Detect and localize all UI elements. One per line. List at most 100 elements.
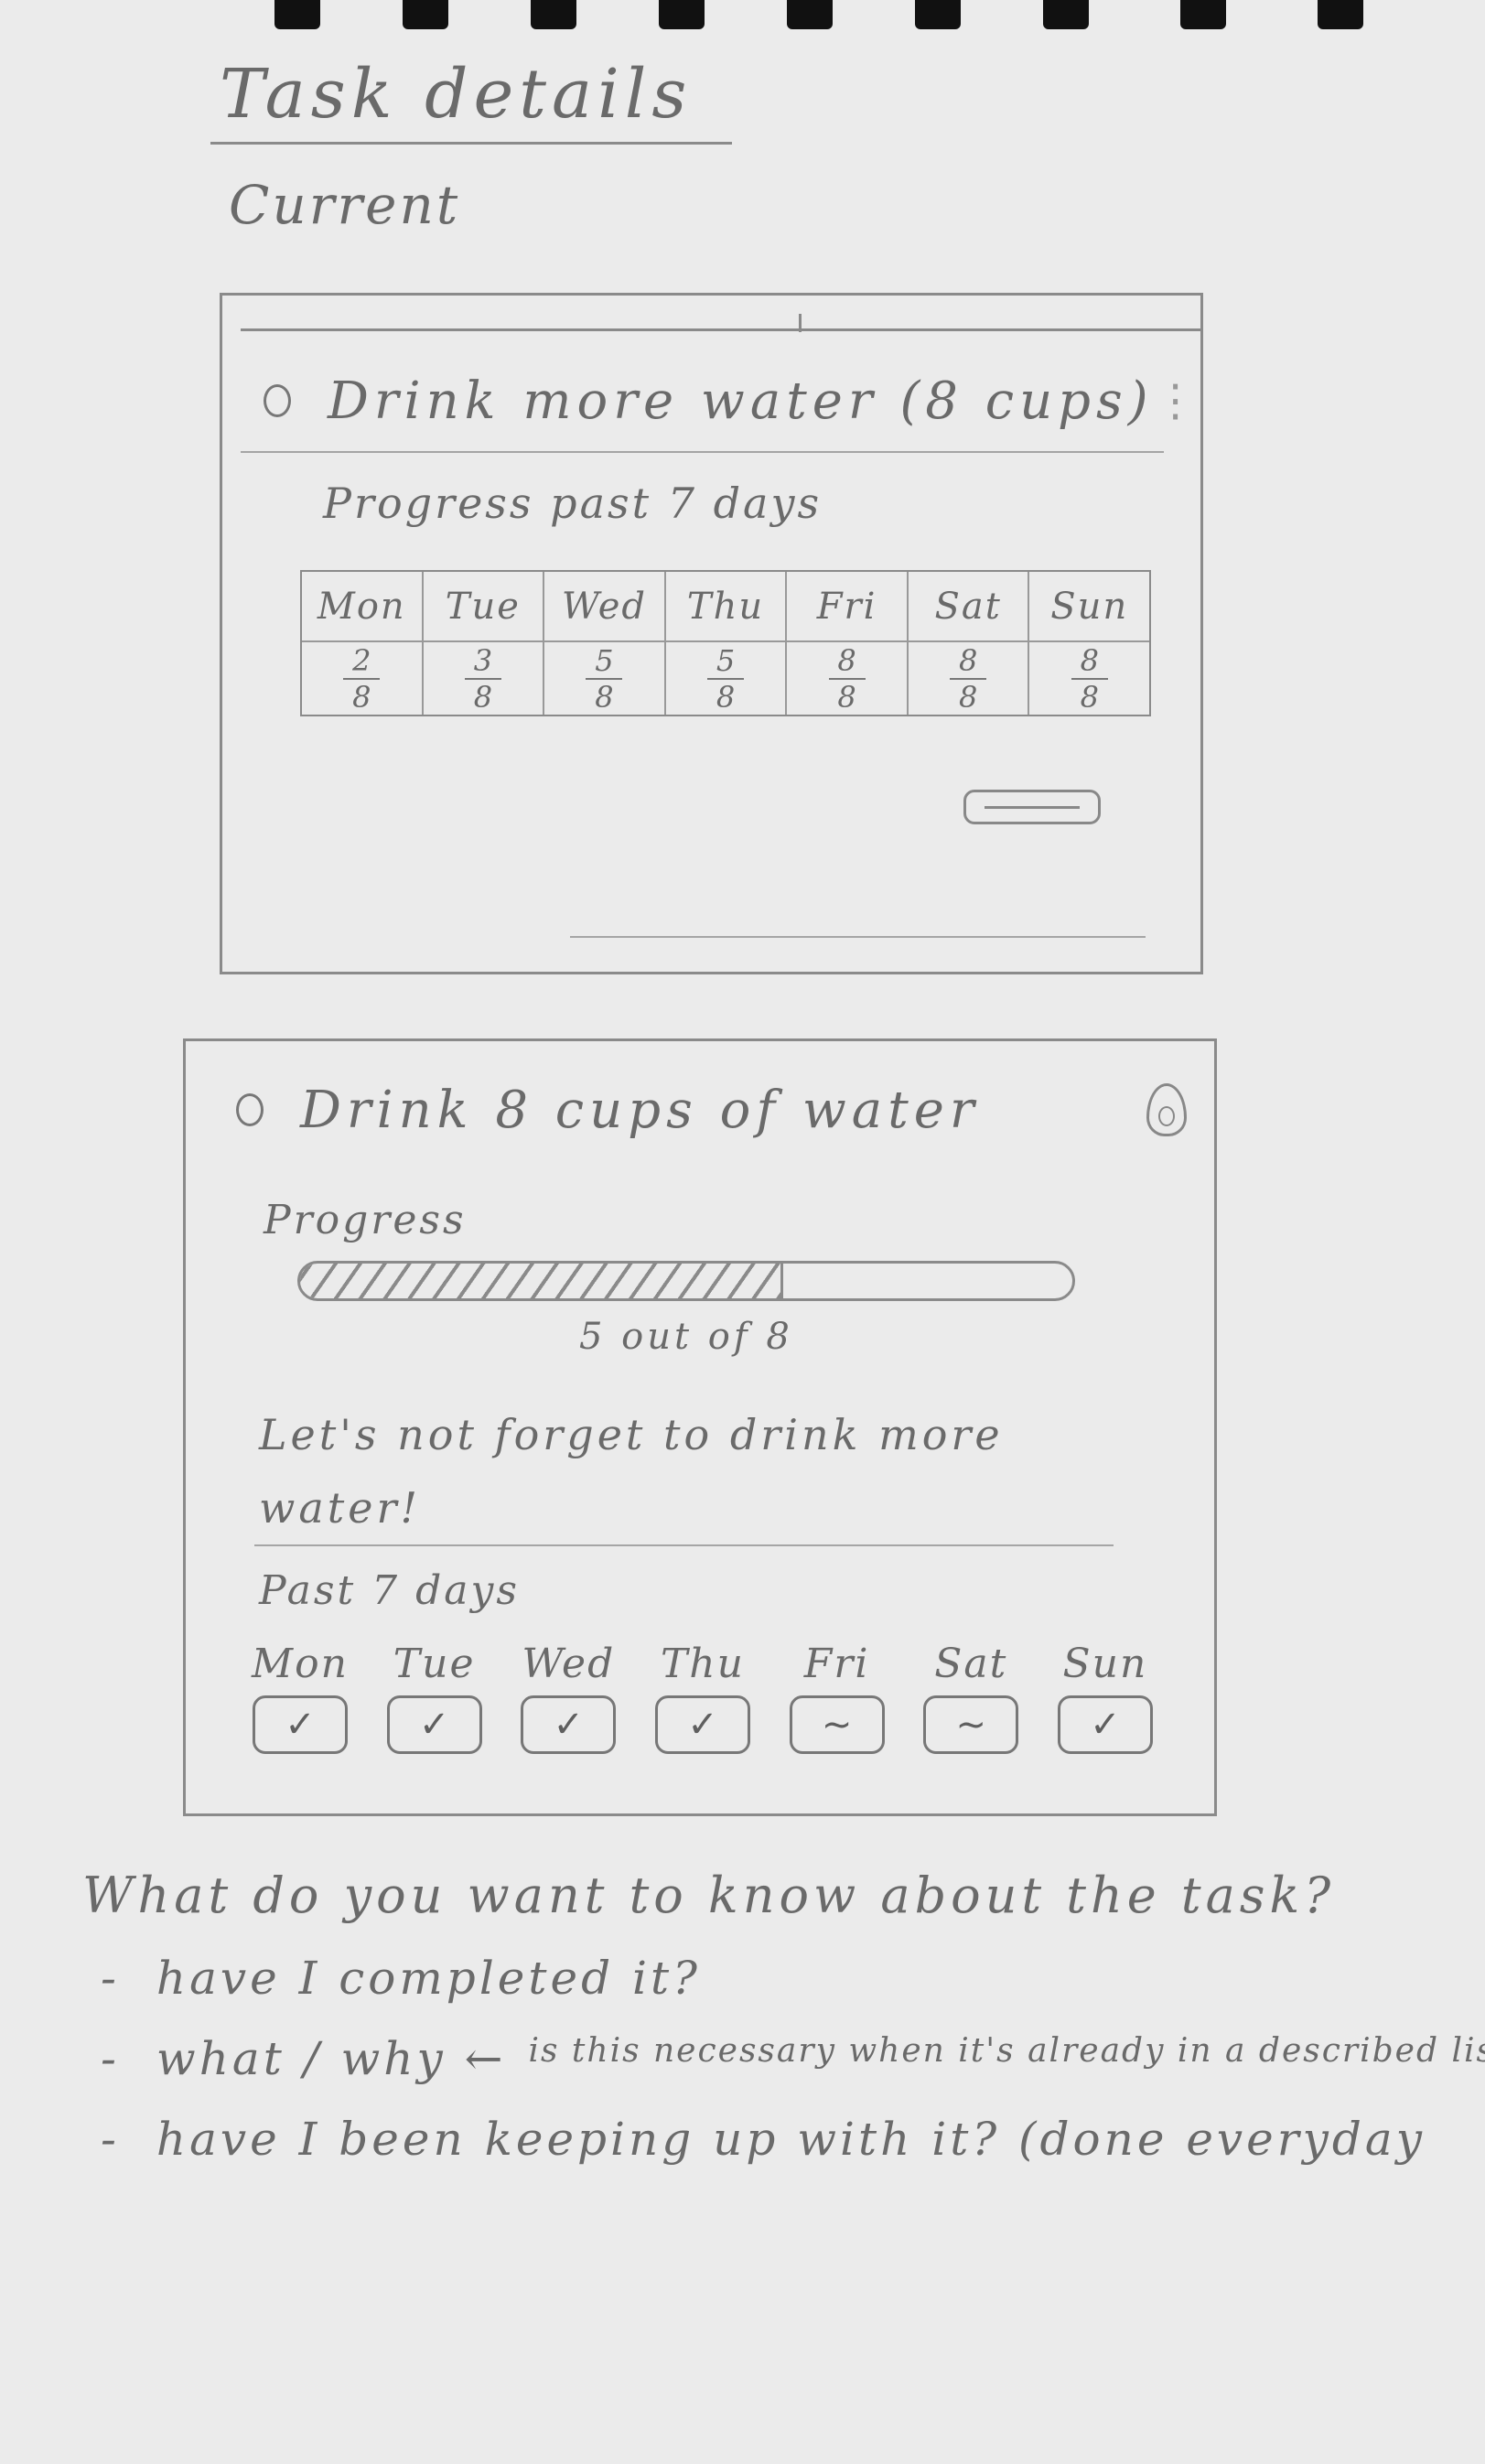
note-text: what / why ← [156,2032,507,2085]
day-status-box[interactable]: ✓ [1057,1695,1153,1754]
day-status-item: Fri ~ [782,1641,892,1754]
fraction-numerator: 2 [352,643,371,678]
motivation-text: Let's not forget to drink more water! [259,1410,1004,1533]
day-column: Thu 58 [665,572,788,716]
day-fraction: 28 [302,642,422,716]
fraction-denominator: 8 [837,680,856,715]
day-name: Wed [544,572,664,642]
binding-ring [915,0,961,29]
day-name: Mon [252,1641,349,1687]
past-days-checklist: Mon ✓ Tue ✓ Wed ✓ Thu ✓ Fri ~ Sat ~ Sun ✓ [245,1641,1160,1754]
fraction-denominator: 8 [1080,680,1099,715]
fraction-denominator: 8 [473,680,493,715]
day-name: Sun [1029,572,1150,642]
day-column: Wed 58 [544,572,666,715]
task-complete-radio[interactable] [264,384,291,417]
binding-ring [1318,0,1363,29]
title-underline [210,142,732,145]
day-status-item: Tue ✓ [380,1641,490,1754]
day-status-box[interactable]: ✓ [386,1695,482,1754]
card-top-bar [241,328,1200,331]
task-header: Drink 8 cups of water [236,1069,1187,1151]
note-item: - what / why ← is this necessary when it's… [82,2032,1485,2085]
progress-label: Progress past 7 days [323,479,823,528]
binding-ring [403,0,448,29]
page-title: Task details [220,55,693,134]
progress-bar [297,1261,1075,1301]
fraction-numerator: 3 [473,643,493,678]
day-name: Sun [1062,1641,1148,1687]
day-column: Sat 88 [908,572,1030,716]
fraction-denominator: 8 [352,680,371,715]
day-status-box[interactable]: ✓ [521,1695,617,1754]
day-status-item: Sat ~ [916,1641,1026,1754]
note-aside: is this necessary when it's already in a… [528,2032,1485,2070]
day-name: Tue [393,1641,476,1687]
binding-ring [659,0,705,29]
day-status-box[interactable]: ~ [923,1695,1019,1754]
spiral-binding [0,0,1485,37]
day-fraction: 38 [424,642,543,716]
day-fraction: 88 [787,642,907,716]
note-text: have I been keeping up with it? (done ev… [156,2113,1426,2166]
fraction-denominator: 8 [595,680,614,715]
fraction-denominator: 8 [959,680,978,715]
fraction-numerator: 5 [716,643,736,678]
card-action-button[interactable] [963,790,1101,824]
design-notes: What do you want to know about the task?… [82,1867,1485,2166]
day-column: Sun 88 [1029,572,1150,716]
fraction-numerator: 8 [959,643,978,678]
progress-count-text: 5 out of 8 [579,1316,793,1358]
day-status-item: Mon ✓ [245,1641,355,1754]
weekly-progress-table: Mon 28 Tue 38 Wed 58 Thu 58 Fri 88 Sat 8… [300,570,1151,716]
day-fraction: 88 [1029,642,1149,716]
binding-ring [1043,0,1089,29]
day-column: Mon 28 [302,572,424,715]
day-fraction: 58 [666,642,786,716]
motto-divider [254,1544,1114,1546]
section-label-current: Current [229,174,461,236]
card-bottom-divider [570,936,1146,938]
day-status-item: Wed ✓ [513,1641,623,1754]
day-status-box[interactable]: ~ [789,1695,885,1754]
day-fraction: 58 [544,642,664,716]
day-column: Fri 88 [787,572,909,715]
day-name: Sat [934,1641,1008,1687]
progress-bar-fill [300,1264,783,1298]
binding-ring [787,0,833,29]
progress-label: Progress [264,1197,467,1243]
card-top-divider [799,314,802,332]
past-days-label: Past 7 days [259,1567,520,1614]
notes-question: What do you want to know about the task? [82,1867,1336,1924]
current-task-card: Drink more water (8 cups) ⋮ Progress pas… [220,293,1203,974]
note-item: - have I been keeping up with it? (done e… [101,2113,1426,2166]
task-complete-radio[interactable] [236,1093,264,1126]
day-name: Sat [908,572,1028,642]
day-name: Thu [660,1641,745,1687]
day-name: Tue [423,572,543,642]
fraction-numerator: 5 [595,643,614,678]
day-name: Wed [522,1641,616,1687]
header-divider [241,451,1164,453]
day-name: Thu [665,572,786,642]
day-fraction: 88 [909,642,1028,716]
day-status-item: Thu ✓ [648,1641,758,1754]
task-title: Drink more water (8 cups) [328,371,1154,431]
fraction-denominator: 8 [716,680,736,715]
kebab-menu-icon[interactable]: ⋮ [1154,375,1198,426]
day-name: Fri [803,1641,870,1687]
day-column: Tue 38 [423,572,545,716]
day-status-box[interactable]: ✓ [654,1695,750,1754]
binding-ring [531,0,576,29]
day-name: Fri [787,572,907,642]
fraction-numerator: 8 [837,643,856,678]
note-text: have I completed it? [156,1952,701,2005]
day-name: Mon [302,572,422,642]
binding-ring [274,0,320,29]
day-status-box[interactable]: ✓ [253,1695,348,1754]
binding-ring [1180,0,1226,29]
task-title: Drink 8 cups of water [300,1080,980,1140]
flame-icon [1146,1083,1187,1136]
note-item: - have I completed it? [101,1952,701,2005]
task-header: Drink more water (8 cups) ⋮ [264,360,1198,442]
